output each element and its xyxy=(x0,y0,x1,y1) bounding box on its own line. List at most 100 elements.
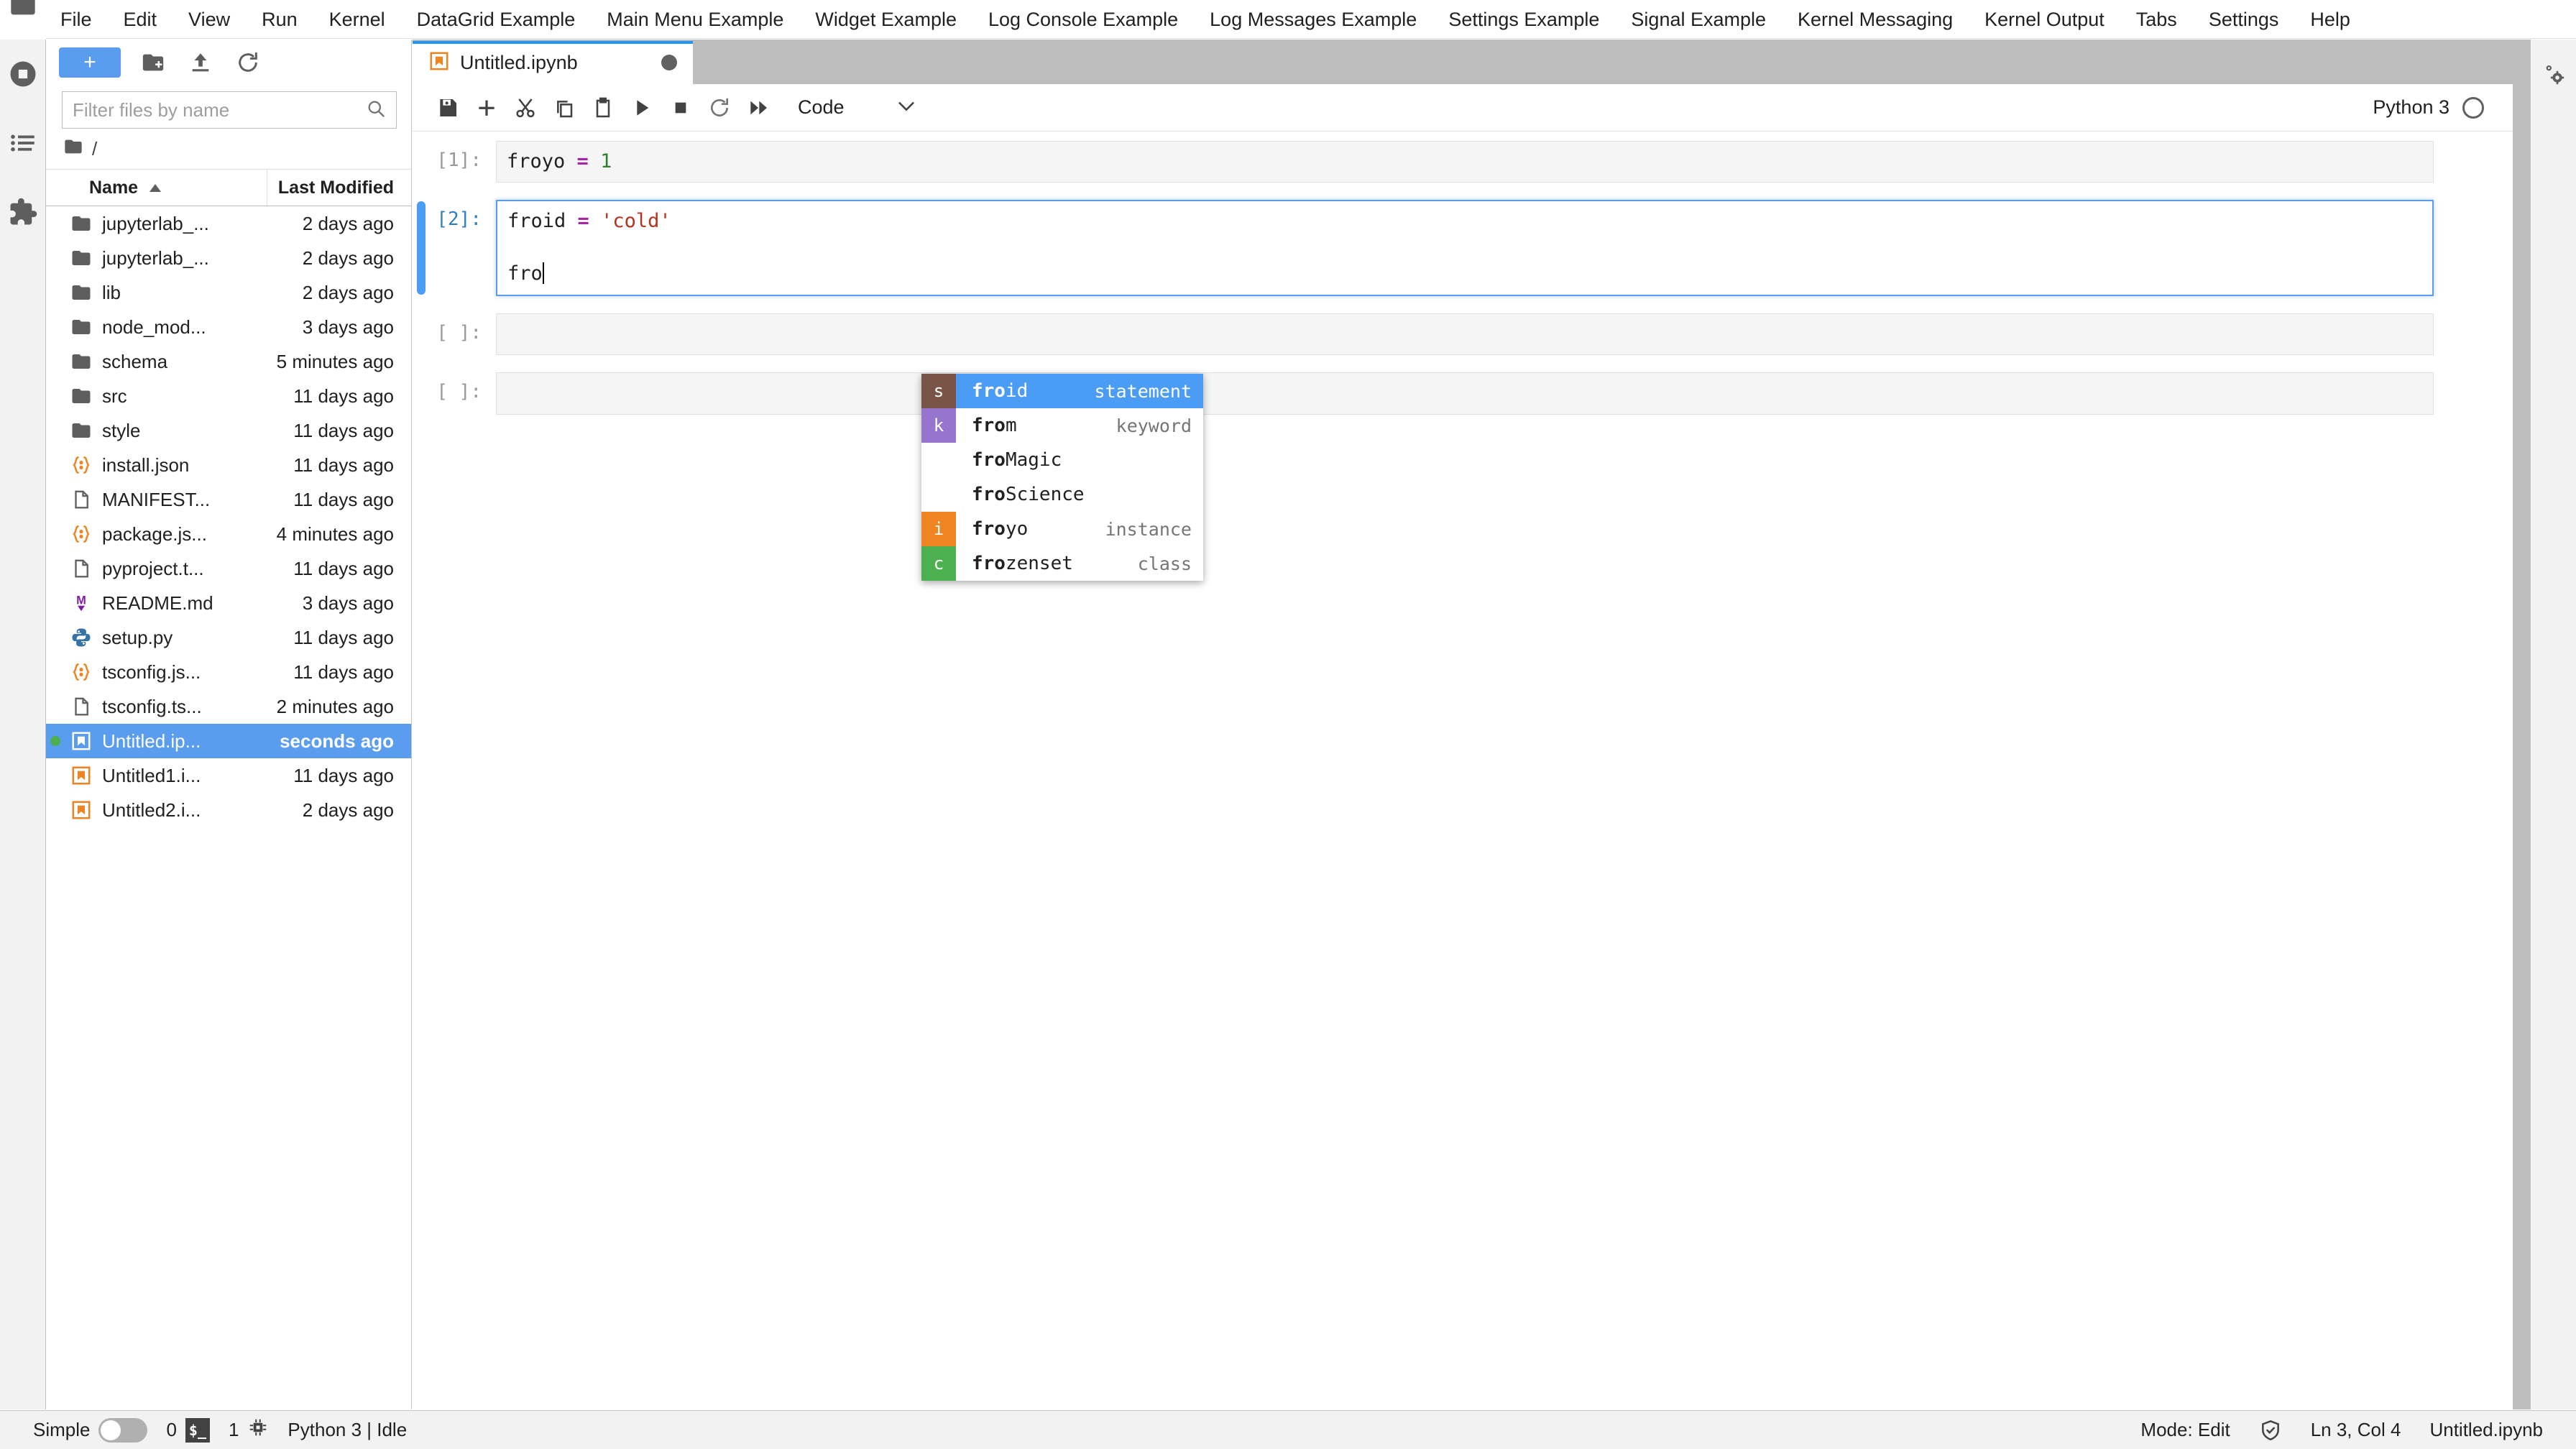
file-list-item[interactable]: install.json11 days ago xyxy=(46,448,411,482)
autocomplete-item[interactable]: froScience xyxy=(921,477,1203,512)
run-cell-button[interactable] xyxy=(622,88,661,127)
text-file-icon xyxy=(65,696,98,717)
file-list-item[interactable]: setup.py11 days ago xyxy=(46,620,411,655)
upload-icon[interactable] xyxy=(185,47,216,78)
menu-item-kernel-output[interactable]: Kernel Output xyxy=(1969,0,2120,39)
autocomplete-item[interactable]: cfrozensetclass xyxy=(921,546,1203,581)
file-list-item[interactable]: jupyterlab_...2 days ago xyxy=(46,206,411,241)
menu-item-edit[interactable]: Edit xyxy=(108,0,173,39)
notebook-cell[interactable]: [ ]: xyxy=(413,305,2513,364)
sidebar-item-commands[interactable] xyxy=(0,109,46,178)
file-list-item[interactable]: style11 days ago xyxy=(46,413,411,448)
menu-item-settings-example[interactable]: Settings Example xyxy=(1432,0,1615,39)
filter-files-box[interactable] xyxy=(62,91,397,129)
running-terminals-status[interactable]: 0 $_ xyxy=(166,1418,209,1443)
kernels-count: 1 xyxy=(229,1419,239,1441)
restart-run-all-button[interactable] xyxy=(739,88,778,127)
insert-cell-button[interactable] xyxy=(467,88,506,127)
refresh-icon[interactable] xyxy=(233,47,263,78)
breadcrumb[interactable]: / xyxy=(46,129,411,169)
column-header-name[interactable]: Name xyxy=(46,170,267,206)
menu-item-main-menu-example[interactable]: Main Menu Example xyxy=(591,0,799,39)
dock-tab[interactable]: Untitled.ipynb xyxy=(413,41,693,84)
kernel-status-text[interactable]: Python 3 | Idle xyxy=(288,1419,407,1441)
file-last-modified: 2 days ago xyxy=(267,213,411,235)
folder-icon xyxy=(63,137,83,162)
menu-item-file[interactable]: File xyxy=(45,0,108,39)
cell-type-dropdown[interactable]: Code xyxy=(791,96,924,119)
autocomplete-item[interactable]: sfroidstatement xyxy=(921,374,1203,408)
menu-item-log-console-example[interactable]: Log Console Example xyxy=(972,0,1194,39)
cut-cells-button[interactable] xyxy=(506,88,545,127)
menu-item-kernel[interactable]: Kernel xyxy=(313,0,401,39)
kernel-indicator[interactable]: Python 3 xyxy=(2373,96,2497,119)
file-last-modified: 11 days ago xyxy=(267,420,411,442)
file-list-item[interactable]: pyproject.t...11 days ago xyxy=(46,551,411,586)
file-list-item[interactable]: MREADME.md3 days ago xyxy=(46,586,411,620)
file-list-item[interactable]: lib2 days ago xyxy=(46,275,411,310)
file-list-header: Name Last Modified xyxy=(46,169,411,206)
autocomplete-popup[interactable]: sfroidstatementkfromkeywordfroMagicfroSc… xyxy=(921,374,1203,581)
sidebar-item-running[interactable] xyxy=(0,40,46,109)
cell-editor[interactable] xyxy=(496,372,2434,414)
cursor-position-status[interactable]: Ln 3, Col 4 xyxy=(2311,1419,2401,1441)
file-list-item[interactable]: Untitled2.i...2 days ago xyxy=(46,793,411,827)
restart-kernel-button[interactable] xyxy=(700,88,739,127)
paste-cells-button[interactable] xyxy=(584,88,622,127)
text-cursor xyxy=(543,262,544,284)
menu-item-view[interactable]: View xyxy=(172,0,246,39)
file-name: setup.py xyxy=(98,627,267,649)
shield-check-icon[interactable] xyxy=(2259,1419,2282,1442)
save-button[interactable] xyxy=(428,88,467,127)
autocomplete-item[interactable]: froMagic xyxy=(921,443,1203,477)
autocomplete-item[interactable]: kfromkeyword xyxy=(921,408,1203,443)
notebook-mode-status[interactable]: Mode: Edit xyxy=(2140,1419,2230,1441)
file-list-item[interactable]: Untitled.ip...seconds ago xyxy=(46,724,411,758)
sidebar-item-property-inspector[interactable] xyxy=(2531,40,2576,109)
menu-item-help[interactable]: Help xyxy=(2294,0,2366,39)
notebook-cell[interactable]: [1]:froyo = 1 xyxy=(413,132,2513,191)
file-list-item[interactable]: schema5 minutes ago xyxy=(46,344,411,379)
file-list-item[interactable]: src11 days ago xyxy=(46,379,411,413)
menu-item-run[interactable]: Run xyxy=(246,0,313,39)
search-input[interactable] xyxy=(73,99,366,121)
file-list-item[interactable]: node_mod...3 days ago xyxy=(46,310,411,344)
file-list-item[interactable]: tsconfig.ts...2 minutes ago xyxy=(46,689,411,724)
column-header-last-modified[interactable]: Last Modified xyxy=(267,170,411,206)
menu-item-tabs[interactable]: Tabs xyxy=(2120,0,2193,39)
menu-item-log-messages-example[interactable]: Log Messages Example xyxy=(1194,0,1432,39)
menu-item-signal-example[interactable]: Signal Example xyxy=(1615,0,1782,39)
sidebar-item-extension-manager[interactable] xyxy=(0,178,46,247)
active-document-name[interactable]: Untitled.ipynb xyxy=(2429,1419,2543,1441)
file-list: jupyterlab_...2 days agojupyterlab_...2 … xyxy=(46,206,411,1409)
cell-editor[interactable] xyxy=(496,313,2434,355)
file-name: tsconfig.js... xyxy=(98,661,267,684)
file-list-item[interactable]: Untitled1.i...11 days ago xyxy=(46,758,411,793)
cell-editor[interactable]: froid = 'cold' fro xyxy=(496,200,2434,295)
file-list-item[interactable]: MANIFEST...11 days ago xyxy=(46,482,411,517)
interrupt-kernel-button[interactable] xyxy=(661,88,700,127)
menu-item-kernel-messaging[interactable]: Kernel Messaging xyxy=(1782,0,1969,39)
file-name: README.md xyxy=(98,592,267,615)
new-folder-icon[interactable] xyxy=(138,47,168,78)
file-list-item[interactable]: jupyterlab_...2 days ago xyxy=(46,241,411,275)
simple-mode-switch[interactable] xyxy=(98,1418,147,1443)
menu-item-widget-example[interactable]: Widget Example xyxy=(799,0,972,39)
sidebar-item-file-browser[interactable] xyxy=(0,0,46,40)
file-list-item[interactable]: tsconfig.js...11 days ago xyxy=(46,655,411,689)
simple-interface-toggle[interactable]: Simple xyxy=(33,1418,147,1443)
new-launcher-button[interactable]: + xyxy=(59,47,121,78)
sort-ascending-icon xyxy=(148,178,162,198)
menu-item-settings[interactable]: Settings xyxy=(2193,0,2295,39)
file-list-item[interactable]: package.js...4 minutes ago xyxy=(46,517,411,551)
copy-cells-button[interactable] xyxy=(545,88,584,127)
menu-item-datagrid-example[interactable]: DataGrid Example xyxy=(401,0,592,39)
running-indicator-dot xyxy=(46,736,65,746)
status-bar-right: Mode: Edit Ln 3, Col 4 Untitled.ipynb xyxy=(2140,1419,2576,1442)
autocomplete-item[interactable]: ifroyoinstance xyxy=(921,512,1203,546)
running-kernels-status[interactable]: 1 xyxy=(229,1417,269,1443)
cell-editor[interactable]: froyo = 1 xyxy=(496,141,2434,183)
notebook-cell[interactable]: [2]:froid = 'cold' fro xyxy=(413,191,2513,304)
notebook-cell[interactable]: [ ]: xyxy=(413,364,2513,423)
unsaved-changes-icon[interactable] xyxy=(661,55,677,70)
